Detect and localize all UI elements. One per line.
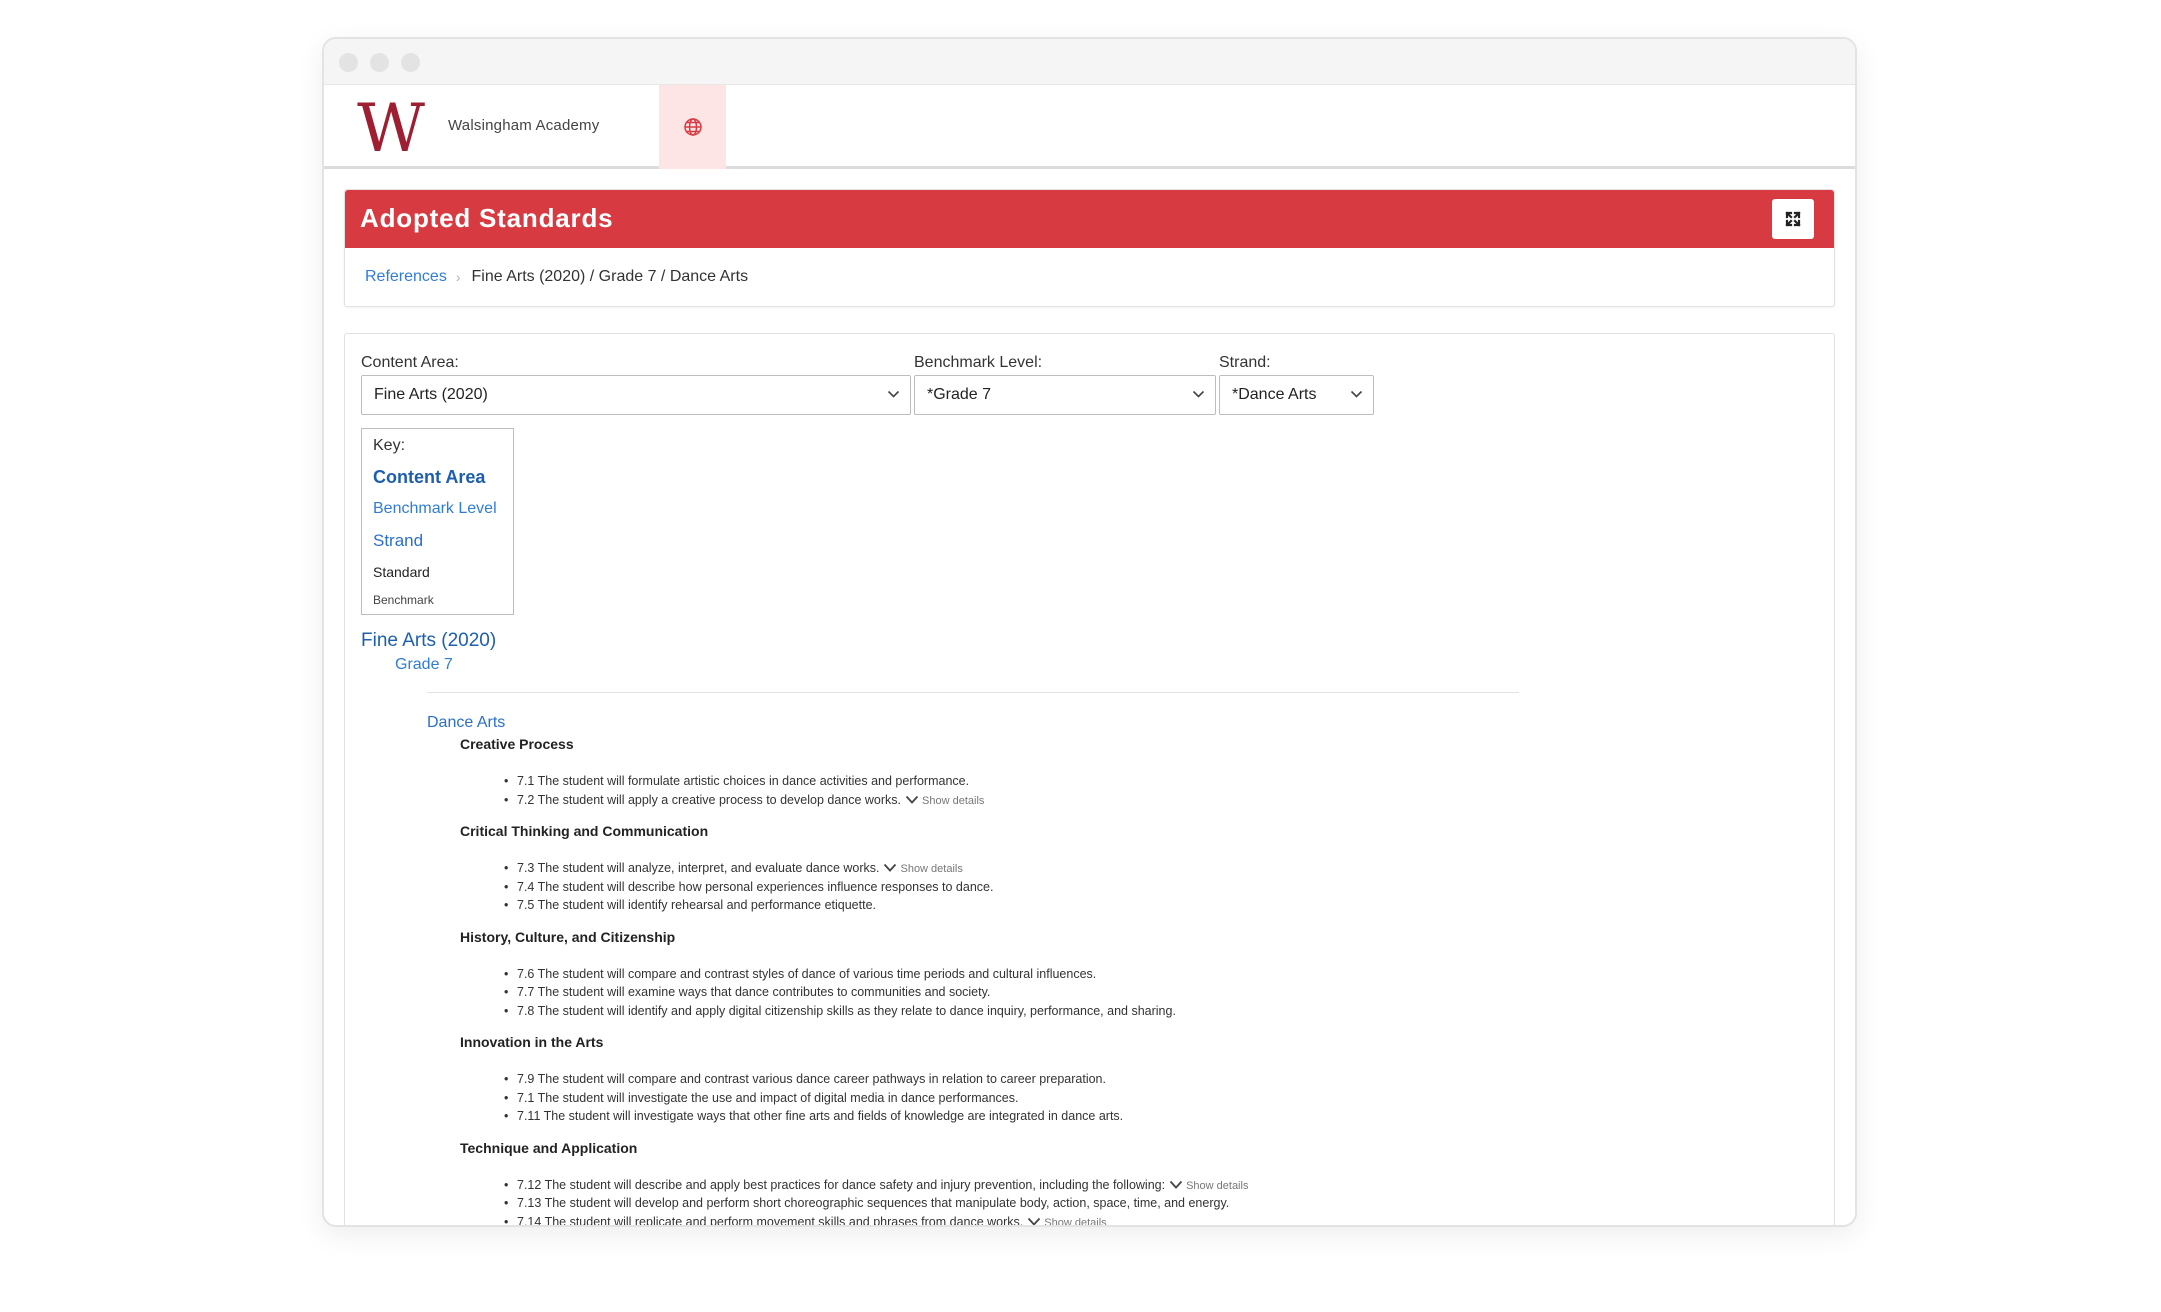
chevron-down-icon[interactable] [1169,1177,1183,1195]
benchmark-level-value: *Grade 7 [927,386,992,403]
benchmark-list: 7.6 The student will compare and contras… [504,965,1560,1021]
benchmark-item: 7.9 The student will compare and contras… [504,1070,1560,1089]
content-area-select[interactable]: Fine Arts (2020) [361,375,911,415]
content-area-label: Content Area: [361,354,459,371]
section-divider [427,692,1519,693]
standard-group: Innovation in the Arts 7.9 The student w… [460,1034,1560,1126]
breadcrumb-current-path: Fine Arts (2020) / Grade 7 / Dance Arts [471,268,749,285]
benchmark-item: 7.11 The student will investigate ways t… [504,1107,1560,1126]
standard-title: Innovation in the Arts [460,1034,604,1050]
benchmark-item: 7.12 The student will describe and apply… [504,1176,1560,1195]
expand-button[interactable] [1772,199,1814,239]
key-strand: Strand [373,531,424,550]
page-title-card: Adopted Standards References › Fine Arts… [344,189,1835,307]
window-zoom-dot[interactable] [401,53,420,72]
benchmark-item: 7.2 The student will apply a creative pr… [504,791,1560,810]
benchmark-item: 7.4 The student will describe how person… [504,878,1560,897]
benchmark-item: 7.6 The student will compare and contras… [504,965,1560,984]
school-logo[interactable]: W [350,95,432,157]
strand-select[interactable]: *Dance Arts [1219,375,1374,415]
browser-window: W Walsingham Academy Adopted Standards R… [322,37,1857,1227]
breadcrumb-references-link[interactable]: References [365,268,447,286]
benchmark-item: 7.13 The student will develop and perfor… [504,1194,1560,1213]
key-benchmark-level: Benchmark Level [373,500,497,517]
chevron-down-icon [1350,390,1363,398]
key-title: Key: [373,437,406,454]
breadcrumb: References › Fine Arts (2020) / Grade 7 … [365,268,748,286]
standard-title: Technique and Application [460,1139,638,1156]
content-area-heading[interactable]: Fine Arts (2020) [361,630,496,652]
benchmark-level-select[interactable]: *Grade 7 [914,375,1216,415]
content-area-value: Fine Arts (2020) [374,386,488,403]
language-button[interactable] [659,85,726,169]
standard-group: Critical Thinking and Communication 7.3 … [460,823,1560,915]
show-details-link[interactable]: Show details [1186,1180,1248,1192]
benchmark-item: 7.5 The student will identify rehearsal … [504,896,1560,915]
svg-text:W: W [357,95,425,157]
standard-title: Critical Thinking and Communication [460,823,709,839]
standard-group: Creative Process 7.1 The student will fo… [460,736,1560,809]
chevron-down-icon [1192,390,1205,398]
window-titlebar [324,39,1855,85]
standards-content-card: Content Area: Fine Arts (2020) Benchmark… [344,333,1835,1226]
benchmark-list: 7.1 The student will formulate artistic … [504,772,1560,809]
benchmark-list: 7.9 The student will compare and contras… [504,1070,1560,1126]
expand-icon [1785,211,1801,227]
standards-list: Creative Process 7.1 The student will fo… [460,736,1560,1226]
window-minimize-dot[interactable] [370,53,389,72]
benchmark-level-label: Benchmark Level: [914,354,1043,371]
chevron-down-icon[interactable] [905,792,919,810]
benchmark-item: 7.1 The student will formulate artistic … [504,772,1560,791]
standard-title: Creative Process [460,736,574,752]
benchmark-list: 7.12 The student will describe and apply… [504,1176,1560,1226]
legend-key-box: Key: Content Area Benchmark Level Strand… [361,428,514,615]
school-name: Walsingham Academy [448,117,600,134]
show-details-link[interactable]: Show details [1044,1217,1106,1226]
benchmark-item: 7.1 The student will investigate the use… [504,1089,1560,1108]
standard-group: History, Culture, and Citizenship 7.6 Th… [460,929,1560,1021]
page-title-bar: Adopted Standards [345,190,1834,248]
window-close-dot[interactable] [339,53,358,72]
globe-icon [683,118,702,136]
benchmark-level-heading[interactable]: Grade 7 [395,656,453,674]
show-details-link[interactable]: Show details [922,795,984,807]
key-content-area: Content Area [373,467,486,487]
benchmark-list: 7.3 The student will analyze, interpret,… [504,859,1560,915]
key-standard: Standard [373,564,430,580]
chevron-down-icon [887,390,900,398]
standard-title: History, Culture, and Citizenship [460,928,676,945]
chevron-down-icon[interactable] [1027,1214,1041,1225]
chevron-down-icon[interactable] [883,860,897,878]
benchmark-item: 7.7 The student will examine ways that d… [504,983,1560,1002]
chevron-right-icon: › [455,269,461,285]
key-benchmark: Benchmark [373,593,434,607]
strand-label: Strand: [1219,354,1271,371]
app-header: W Walsingham Academy [324,85,1855,169]
page-title: Adopted Standards [360,203,614,233]
strand-heading[interactable]: Dance Arts [427,714,505,732]
strand-value: *Dance Arts [1232,386,1317,403]
show-details-link[interactable]: Show details [900,863,962,875]
standard-group: Technique and Application 7.12 The stude… [460,1139,1560,1226]
benchmark-item: 7.8 The student will identify and apply … [504,1002,1560,1021]
benchmark-item: 7.3 The student will analyze, interpret,… [504,859,1560,878]
benchmark-item: 7.14 The student will replicate and perf… [504,1213,1560,1226]
